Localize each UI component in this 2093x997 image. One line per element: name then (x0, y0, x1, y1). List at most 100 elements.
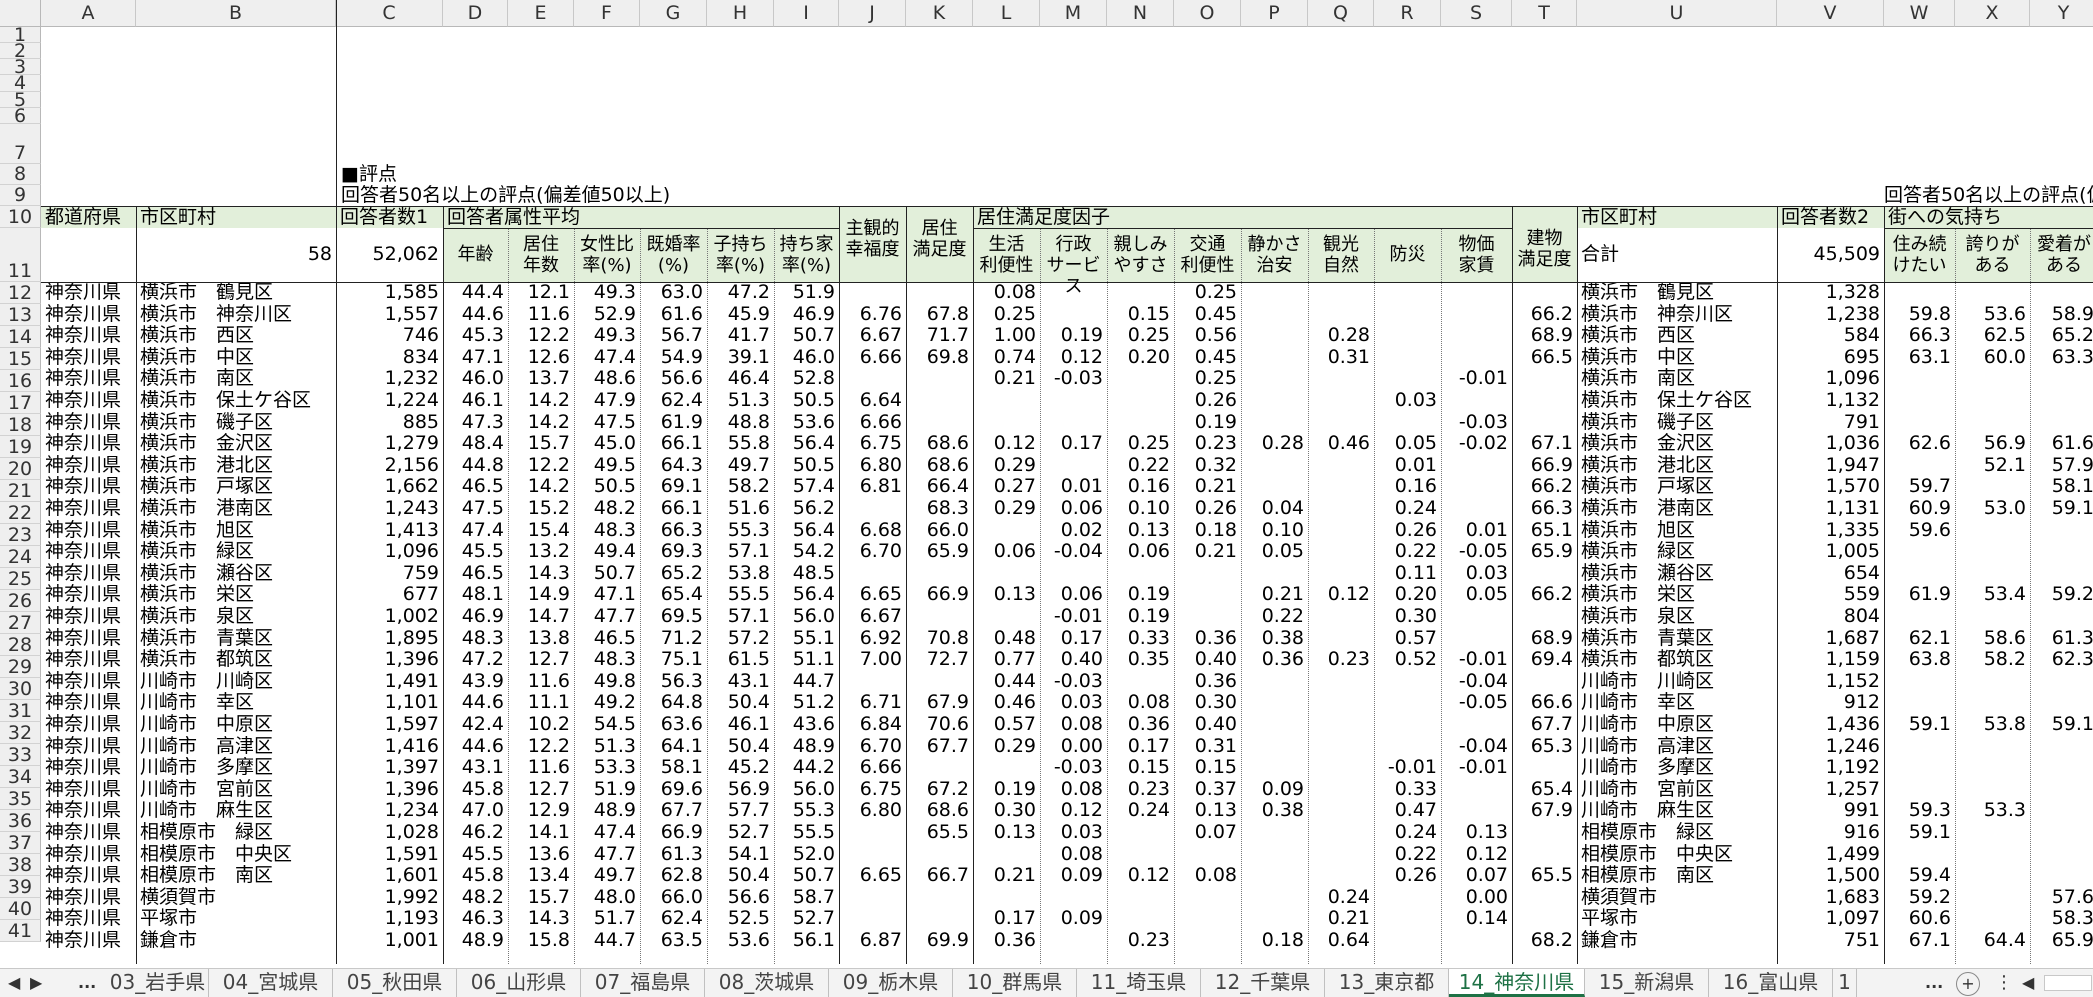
value-cell[interactable]: 51.9 (774, 282, 839, 304)
value-cell[interactable]: 62.8 (640, 865, 707, 887)
value-cell[interactable]: 1,036 (1777, 433, 1884, 455)
row-header-13[interactable]: 13 (0, 304, 41, 326)
value-cell[interactable]: 0.06 (1040, 498, 1107, 520)
column-header-r[interactable]: R (1374, 0, 1441, 27)
value-cell[interactable]: 0.21 (1308, 908, 1374, 930)
column-header-v[interactable]: V (1777, 0, 1884, 27)
value-cell[interactable]: 59.7 (1884, 476, 1955, 498)
value-cell[interactable]: 0.18 (1241, 930, 1308, 952)
value-cell[interactable]: 0.57 (1374, 628, 1441, 650)
value-cell[interactable]: 48.5 (774, 563, 839, 585)
value-cell[interactable]: 0.22 (1374, 541, 1441, 563)
prefecture-cell[interactable]: 神奈川県 (41, 649, 136, 671)
value-cell[interactable]: 39.1 (707, 347, 774, 369)
column-header-e[interactable]: E (508, 0, 574, 27)
value-cell[interactable]: 584 (1777, 325, 1884, 347)
value-cell[interactable]: 50.5 (774, 390, 839, 412)
value-cell[interactable]: 62.4 (640, 390, 707, 412)
subheader-r[interactable]: 防災 (1374, 244, 1441, 265)
header-prefecture[interactable]: 都道府県 (41, 207, 136, 228)
value-cell[interactable]: -0.01 (1441, 649, 1512, 671)
value-cell[interactable]: 49.7 (574, 865, 640, 887)
value-cell[interactable]: 1,002 (336, 606, 443, 628)
value-cell[interactable]: 0.12 (1040, 800, 1107, 822)
value-cell[interactable]: 66.6 (1512, 692, 1577, 714)
value-cell[interactable]: 45.0 (574, 433, 640, 455)
value-cell[interactable]: 48.8 (707, 412, 774, 434)
value-cell[interactable]: 49.3 (574, 325, 640, 347)
value-cell[interactable]: 0.24 (1374, 822, 1441, 844)
value-cell[interactable]: 66.3 (1884, 325, 1955, 347)
value-cell[interactable]: 0.03 (1374, 390, 1441, 412)
value-cell[interactable]: 53.6 (774, 412, 839, 434)
value-cell[interactable]: 1,005 (1777, 541, 1884, 563)
value-cell[interactable]: 6.70 (839, 736, 906, 758)
column-header-d[interactable]: D (443, 0, 508, 27)
value-cell[interactable]: 12.9 (508, 800, 574, 822)
value-cell[interactable]: 14.2 (508, 476, 574, 498)
value-cell[interactable]: 0.27 (973, 476, 1040, 498)
value-cell[interactable]: 56.1 (774, 930, 839, 952)
value-cell[interactable]: 12.2 (508, 325, 574, 347)
value-cell[interactable]: 1,992 (336, 887, 443, 909)
value-cell[interactable]: 66.5 (1512, 347, 1577, 369)
row-header-26[interactable]: 26 (0, 590, 41, 612)
value-cell[interactable]: 0.36 (1107, 714, 1174, 736)
value-cell[interactable]: 48.0 (574, 887, 640, 909)
value-cell[interactable]: 0.46 (973, 692, 1040, 714)
value-cell[interactable]: 1,500 (1777, 865, 1884, 887)
value-cell[interactable]: 1,396 (336, 649, 443, 671)
value-cell[interactable]: 1,397 (336, 757, 443, 779)
column-header-l[interactable]: L (973, 0, 1040, 27)
municipality-cell[interactable]: 横浜市 鶴見区 (1577, 282, 1777, 304)
value-cell[interactable]: 47.4 (574, 822, 640, 844)
municipality-cell[interactable]: 川崎市 高津区 (1577, 736, 1777, 758)
value-cell[interactable]: 0.08 (1040, 844, 1107, 866)
value-cell[interactable]: 6.80 (839, 800, 906, 822)
row-header-28[interactable]: 28 (0, 634, 41, 656)
value-cell[interactable]: 0.13 (1107, 520, 1174, 542)
value-cell[interactable]: 48.3 (443, 628, 508, 650)
value-cell[interactable]: -0.03 (1040, 671, 1107, 693)
value-cell[interactable]: 0.35 (1107, 649, 1174, 671)
row-header-36[interactable]: 36 (0, 810, 41, 832)
value-cell[interactable]: 48.9 (443, 930, 508, 952)
value-cell[interactable]: 1,947 (1777, 455, 1884, 477)
value-cell[interactable]: 58.1 (640, 757, 707, 779)
subheader-q[interactable]: 観光 自然 (1308, 234, 1374, 276)
row-header-38[interactable]: 38 (0, 854, 41, 876)
value-cell[interactable]: 1,238 (1777, 304, 1884, 326)
value-cell[interactable]: 48.2 (443, 887, 508, 909)
value-cell[interactable]: 6.70 (839, 541, 906, 563)
value-cell[interactable]: 0.21 (1241, 584, 1308, 606)
value-cell[interactable]: 0.05 (1374, 433, 1441, 455)
subheader-p[interactable]: 静かさ 治安 (1241, 234, 1308, 276)
value-cell[interactable]: 6.65 (839, 865, 906, 887)
value-cell[interactable]: 13.8 (508, 628, 574, 650)
value-cell[interactable]: 0.22 (1241, 606, 1308, 628)
value-cell[interactable]: 1,416 (336, 736, 443, 758)
value-cell[interactable]: 48.3 (574, 520, 640, 542)
row-header-10[interactable]: 10 (0, 206, 41, 228)
value-cell[interactable]: 0.45 (1174, 347, 1241, 369)
column-header-t[interactable]: T (1512, 0, 1577, 27)
value-cell[interactable]: 13.2 (508, 541, 574, 563)
row-header-8[interactable]: 8 (0, 164, 41, 185)
row-header-30[interactable]: 30 (0, 678, 41, 700)
value-cell[interactable]: 0.03 (1040, 822, 1107, 844)
value-cell[interactable]: 51.6 (707, 498, 774, 520)
value-cell[interactable]: 0.64 (1308, 930, 1374, 952)
value-cell[interactable]: 61.9 (1884, 584, 1955, 606)
prefecture-cell[interactable]: 神奈川県 (41, 757, 136, 779)
value-cell[interactable]: 55.3 (707, 520, 774, 542)
subheader-g[interactable]: 既婚率 (%) (640, 234, 707, 276)
value-cell[interactable]: 0.17 (973, 908, 1040, 930)
value-cell[interactable]: 58.1 (2030, 476, 2093, 498)
municipality-cell[interactable]: 横浜市 磯子区 (136, 412, 336, 434)
row-header-9[interactable]: 9 (0, 185, 41, 206)
value-cell[interactable]: 46.2 (443, 822, 508, 844)
municipality-cell[interactable]: 横浜市 磯子区 (1577, 412, 1777, 434)
sheet-tab[interactable]: 12_千葉県 (1201, 969, 1325, 997)
value-cell[interactable]: 0.17 (1107, 736, 1174, 758)
row-header-24[interactable]: 24 (0, 546, 41, 568)
